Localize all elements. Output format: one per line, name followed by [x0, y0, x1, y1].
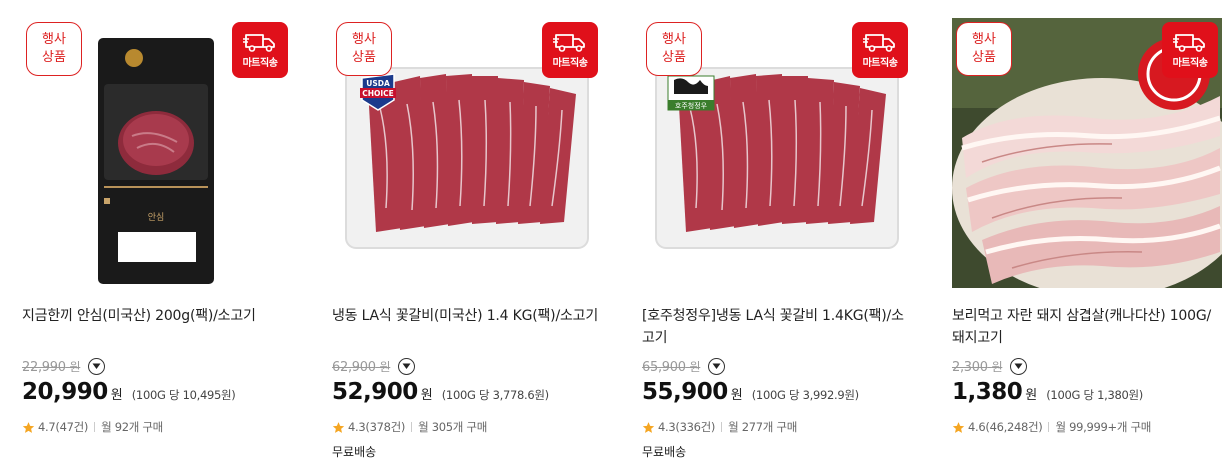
review-row: 4.7 (47건) 월 92개 구매	[22, 419, 292, 435]
svg-text:USDA: USDA	[366, 79, 390, 88]
review-row: 4.3 (336건) 월 277개 구매	[642, 419, 912, 435]
price-row: 52,900 원 (100G 당 3,778.6원)	[332, 379, 602, 409]
mart-badge-label: 마트직송	[862, 58, 898, 69]
product-image[interactable]: USDA CHOICE 행사 상품 마트직송	[332, 18, 602, 288]
price-currency: 원	[420, 388, 433, 403]
event-badge-line1: 행사	[352, 32, 376, 47]
monthly-purchases: 월 277개 구매	[728, 420, 797, 434]
review-count[interactable]: (336건)	[675, 419, 715, 435]
price-currency: 원	[730, 388, 743, 403]
product-card[interactable]: 안심 행사 상품 마트직송 지금한끼 안심(미국산) 200g(팩)/소고기 2…	[22, 18, 292, 460]
mart-delivery-badge: 마트직송	[232, 22, 288, 78]
product-title[interactable]: 냉동 LA식 꽃갈비(미국산) 1.4 KG(팩)/소고기	[332, 305, 602, 349]
product-title[interactable]: 지금한끼 안심(미국산) 200g(팩)/소고기	[22, 305, 292, 349]
event-badge-line2: 상품	[352, 50, 376, 65]
original-price-row: 22,990 원	[22, 355, 292, 377]
rating-value: 4.7	[38, 420, 56, 434]
unit-price: (100G 당 10,495원)	[131, 388, 236, 402]
svg-text:안심: 안심	[148, 212, 165, 223]
price-row: 20,990 원 (100G 당 10,495원)	[22, 379, 292, 409]
review-count[interactable]: (47건)	[55, 419, 88, 435]
sale-price: 20,990	[22, 379, 108, 405]
mart-badge-label: 마트직송	[242, 58, 278, 69]
product-card[interactable]: 호주청정우 행사 상품 마트직송 [호주청정우]냉동 LA식 꽃갈비 1.4KG…	[642, 18, 912, 460]
divider	[411, 422, 413, 432]
event-badge-line2: 상품	[662, 50, 686, 65]
event-badge-line1: 행사	[972, 32, 996, 47]
product-image[interactable]: 행사 상품 마트직송	[952, 18, 1222, 288]
mart-delivery-badge: 마트직송	[542, 22, 598, 78]
rating-value: 4.3	[348, 420, 366, 434]
event-badge-line2: 상품	[972, 50, 996, 65]
chevron-down-icon[interactable]	[88, 357, 106, 375]
original-price-row: 62,900 원	[332, 355, 602, 377]
divider	[1048, 422, 1050, 432]
review-row: 4.3 (378건) 월 305개 구매	[332, 419, 602, 435]
price-row: 55,900 원 (100G 당 3,992.9원)	[642, 379, 912, 409]
unit-price: (100G 당 3,992.9원)	[751, 388, 859, 402]
product-card[interactable]: 행사 상품 마트직송 보리먹고 자란 돼지 삼겹살(캐나다산) 100G/돼지고…	[952, 18, 1222, 460]
rating-value: 4.6	[968, 420, 986, 434]
chevron-down-icon[interactable]	[1010, 357, 1028, 375]
delivery-truck-icon	[553, 34, 585, 52]
divider	[721, 422, 723, 432]
monthly-purchases: 월 305개 구매	[418, 420, 487, 434]
mart-delivery-badge: 마트직송	[852, 22, 908, 78]
delivery-truck-icon	[1173, 34, 1205, 52]
original-price-row: 2,300 원	[952, 355, 1222, 377]
svg-text:호주청정우: 호주청정우	[675, 101, 708, 110]
original-price: 22,990 원	[22, 359, 81, 375]
event-badge: 행사 상품	[956, 22, 1012, 76]
delivery-truck-icon	[243, 34, 275, 52]
event-badge-line1: 행사	[662, 32, 686, 47]
review-row: 4.6 (46,248건) 월 99,999+개 구매	[952, 419, 1222, 435]
sale-price: 52,900	[332, 379, 418, 405]
star-icon	[22, 421, 35, 433]
event-badge: 행사 상품	[336, 22, 392, 76]
star-icon	[642, 421, 655, 433]
delivery-truck-icon	[863, 34, 895, 52]
price-currency: 원	[110, 388, 123, 403]
free-shipping-label: 무료배송	[642, 445, 687, 459]
free-shipping-label: 무료배송	[332, 445, 377, 459]
sale-price: 1,380	[952, 379, 1023, 405]
event-badge-line2: 상품	[42, 50, 66, 65]
chevron-down-icon[interactable]	[398, 357, 416, 375]
price-currency: 원	[1025, 388, 1038, 403]
rating-value: 4.3	[658, 420, 676, 434]
original-price-row: 65,900 원	[642, 355, 912, 377]
mart-delivery-badge: 마트직송	[1162, 22, 1218, 78]
review-count[interactable]: (46,248건)	[985, 419, 1042, 435]
product-image[interactable]: 안심 행사 상품 마트직송	[22, 18, 292, 288]
mart-badge-label: 마트직송	[552, 58, 588, 69]
event-badge-line1: 행사	[42, 32, 66, 47]
star-icon	[952, 421, 965, 433]
monthly-purchases: 월 92개 구매	[101, 420, 163, 434]
unit-price: (100G 당 1,380원)	[1046, 388, 1143, 402]
divider	[94, 422, 96, 432]
svg-text:CHOICE: CHOICE	[362, 89, 394, 98]
review-count[interactable]: (378건)	[365, 419, 405, 435]
sale-price: 55,900	[642, 379, 728, 405]
monthly-purchases: 월 99,999+개 구매	[1055, 420, 1152, 434]
star-icon	[332, 421, 345, 433]
original-price: 65,900 원	[642, 359, 701, 375]
chevron-down-icon[interactable]	[708, 357, 726, 375]
original-price: 62,900 원	[332, 359, 391, 375]
original-price: 2,300 원	[952, 359, 1003, 375]
event-badge: 행사 상품	[646, 22, 702, 76]
product-grid: 안심 행사 상품 마트직송 지금한끼 안심(미국산) 200g(팩)/소고기 2…	[0, 0, 1232, 460]
mart-badge-label: 마트직송	[1172, 58, 1208, 69]
price-row: 1,380 원 (100G 당 1,380원)	[952, 379, 1222, 409]
product-image[interactable]: 호주청정우 행사 상품 마트직송	[642, 18, 912, 288]
event-badge: 행사 상품	[26, 22, 82, 76]
product-title[interactable]: [호주청정우]냉동 LA식 꽃갈비 1.4KG(팩)/소고기	[642, 305, 912, 349]
product-card[interactable]: USDA CHOICE 행사 상품 마트직송 냉동 LA식 꽃갈비(미국산) 1…	[332, 18, 602, 460]
product-title[interactable]: 보리먹고 자란 돼지 삼겹살(캐나다산) 100G/돼지고기	[952, 305, 1222, 349]
unit-price: (100G 당 3,778.6원)	[441, 388, 549, 402]
